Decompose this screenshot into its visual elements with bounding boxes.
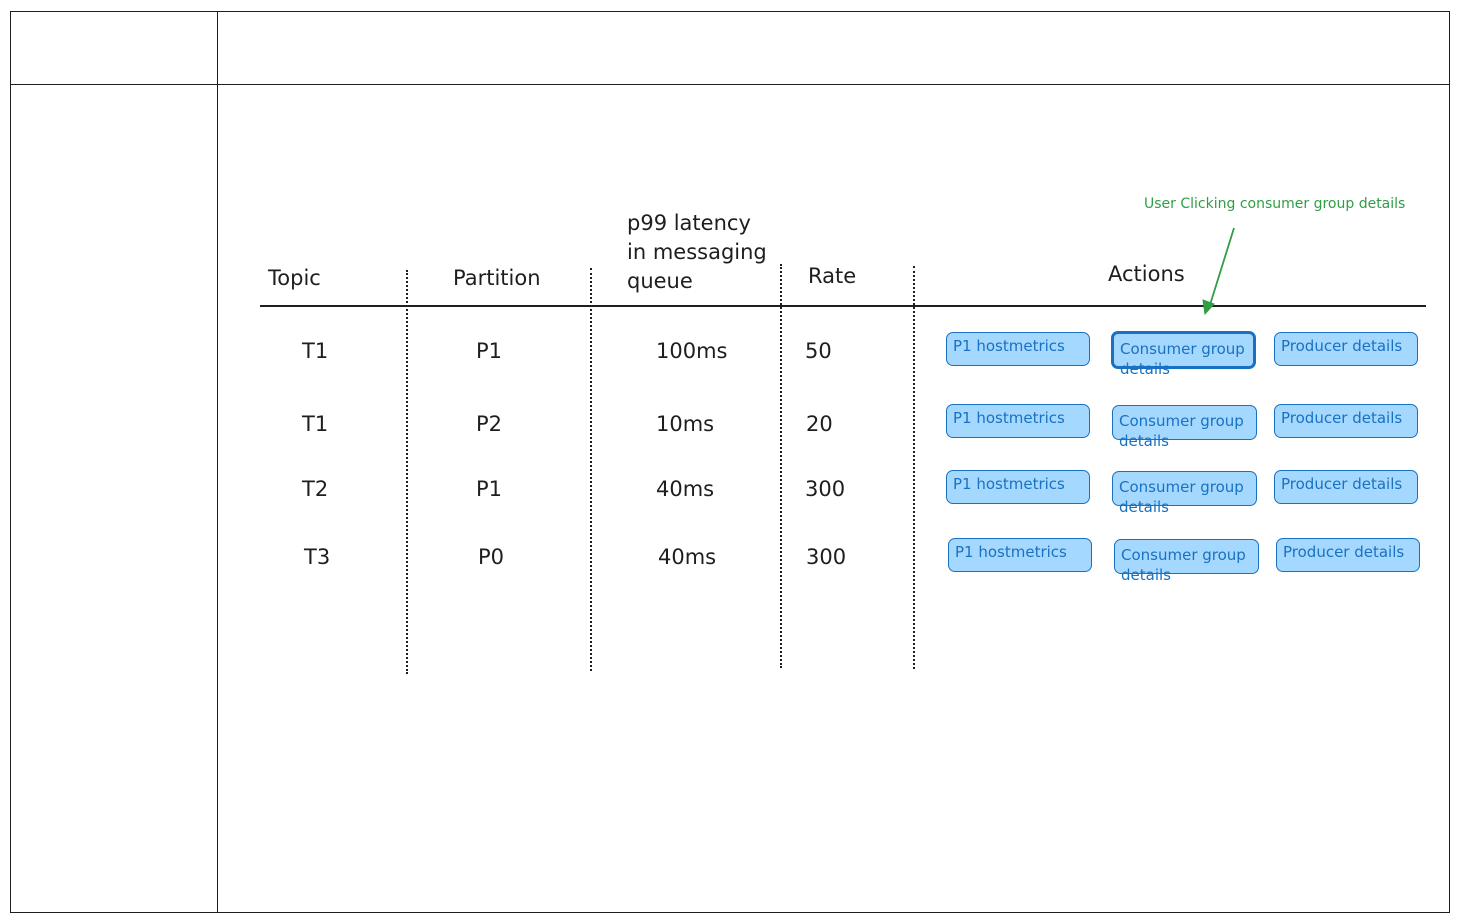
producer-details-button[interactable]: Producer details: [1276, 538, 1420, 572]
hostmetrics-button[interactable]: P1 hostmetrics: [948, 538, 1092, 572]
column-separator: [780, 264, 782, 668]
consumer-group-details-button[interactable]: Consumer group details: [1111, 331, 1256, 378]
cell-latency: 10ms: [656, 412, 715, 436]
hostmetrics-button[interactable]: P1 hostmetrics: [946, 332, 1090, 366]
wireframe-frame: [10, 11, 1450, 913]
cell-rate: 50: [805, 339, 832, 363]
cell-partition: P2: [476, 412, 503, 436]
cell-latency: 40ms: [656, 477, 715, 501]
column-header-partition: Partition: [453, 266, 541, 290]
cell-rate: 300: [805, 477, 846, 501]
column-header-topic: Topic: [268, 266, 321, 290]
column-header-latency-line: in messaging: [627, 240, 767, 264]
cell-topic: T3: [304, 545, 331, 569]
cell-latency: 100ms: [656, 339, 728, 363]
cell-topic: T1: [302, 339, 329, 363]
cell-partition: P1: [476, 339, 503, 363]
column-header-rate: Rate: [808, 264, 857, 288]
cell-partition: P0: [478, 545, 505, 569]
cell-rate: 20: [806, 412, 833, 436]
click-annotation-arrow: [1202, 227, 1235, 316]
column-header-actions: Actions: [1108, 262, 1185, 286]
column-header-latency-line: queue: [627, 269, 693, 293]
column-separator: [590, 268, 592, 671]
cell-topic: T2: [302, 477, 329, 501]
cell-partition: P1: [476, 477, 503, 501]
cell-topic: T1: [302, 412, 329, 436]
arrow-shaft: [1208, 227, 1235, 309]
column-separator: [406, 270, 408, 674]
producer-details-button[interactable]: Producer details: [1274, 332, 1418, 366]
hostmetrics-button[interactable]: P1 hostmetrics: [946, 470, 1090, 504]
cell-latency: 40ms: [658, 545, 717, 569]
consumer-group-details-button[interactable]: Consumer group details: [1112, 471, 1257, 516]
consumer-group-details-button[interactable]: Consumer group details: [1114, 539, 1259, 584]
producer-details-button[interactable]: Producer details: [1274, 470, 1418, 504]
column-header-latency-line: p99 latency: [627, 211, 751, 235]
click-annotation-label: User Clicking consumer group details: [1144, 196, 1406, 212]
column-header-latency: p99 latency in messaging queue: [627, 209, 767, 296]
header-divider: [10, 84, 1450, 85]
hostmetrics-button[interactable]: P1 hostmetrics: [946, 404, 1090, 438]
cell-rate: 300: [806, 545, 847, 569]
table-header-rule: [260, 305, 1426, 307]
sidebar-divider: [217, 11, 218, 913]
arrow-head: [1202, 299, 1215, 316]
consumer-group-details-button[interactable]: Consumer group details: [1112, 405, 1257, 450]
column-separator: [913, 266, 915, 669]
producer-details-button[interactable]: Producer details: [1274, 404, 1418, 438]
